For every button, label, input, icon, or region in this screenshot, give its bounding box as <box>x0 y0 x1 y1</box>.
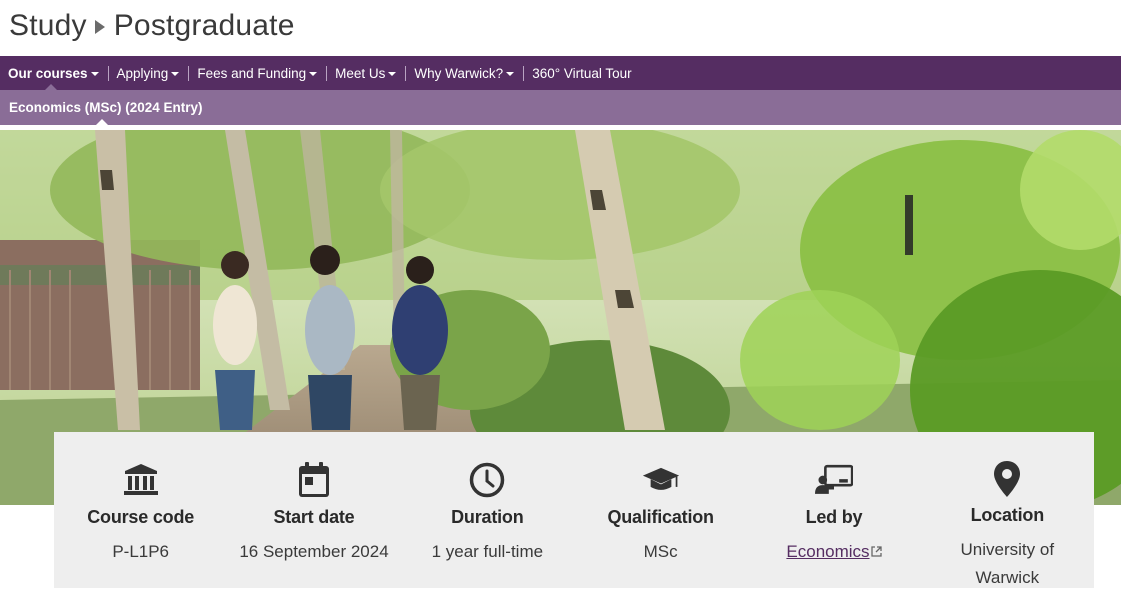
caret-down-icon <box>388 72 397 76</box>
building-columns-icon <box>122 460 160 500</box>
caret-down-icon <box>506 72 515 76</box>
caret-down-icon <box>309 72 318 76</box>
breadcrumb-postgraduate[interactable]: Postgraduate <box>114 9 295 43</box>
graduation-cap-icon <box>642 460 680 500</box>
info-qualification: Qualification MSc <box>574 432 747 588</box>
nav-our-courses[interactable]: Our courses <box>0 56 108 91</box>
info-label: Course code <box>87 507 195 527</box>
nav-virtual-tour[interactable]: 360° Virtual Tour <box>523 56 640 90</box>
info-label: Start date <box>273 507 355 527</box>
caret-down-icon <box>171 72 180 76</box>
info-value: MSc <box>643 542 678 561</box>
breadcrumb-separator-icon <box>94 20 105 34</box>
map-pin-icon <box>988 460 1026 498</box>
nav-applying[interactable]: Applying <box>107 56 189 90</box>
info-value: 16 September 2024 <box>239 542 389 561</box>
course-info-panel: Course code P-L1P6 Start date 16 Septemb… <box>54 432 1094 588</box>
clock-icon <box>468 460 506 500</box>
chalkboard-teacher-icon <box>814 460 853 500</box>
active-pointer-icon <box>95 119 109 126</box>
subnav-economics-msc[interactable]: Economics (MSc) (2024 Entry) <box>0 90 203 126</box>
info-value: Economics <box>786 538 882 566</box>
calendar-icon <box>295 460 333 500</box>
nav-meet-us[interactable]: Meet Us <box>326 56 405 90</box>
info-value: P-L1P6 <box>112 542 170 561</box>
nav-fees-funding[interactable]: Fees and Funding <box>188 56 326 90</box>
info-led-by: Led by Economics <box>747 432 920 588</box>
breadcrumb-study[interactable]: Study <box>9 9 87 43</box>
info-location: Location University of Warwick <box>921 432 1094 588</box>
info-course-code: Course code P-L1P6 <box>54 432 227 588</box>
info-label: Location <box>970 505 1045 525</box>
main-nav: Our courses Applying Fees and Funding Me… <box>0 56 1121 91</box>
info-label: Qualification <box>607 507 714 527</box>
info-label: Duration <box>451 507 524 527</box>
external-link-icon <box>870 546 882 557</box>
info-duration: Duration 1 year full-time <box>401 432 574 588</box>
info-value: University of Warwick <box>960 540 1055 587</box>
info-value: 1 year full-time <box>431 542 544 561</box>
caret-down-icon <box>90 72 99 76</box>
info-label: Led by <box>805 507 863 527</box>
info-start-date: Start date 16 September 2024 <box>227 432 400 588</box>
sub-nav: Economics (MSc) (2024 Entry) <box>0 90 1121 126</box>
breadcrumb: Study Postgraduate <box>9 6 295 46</box>
economics-link[interactable]: Economics <box>786 542 869 561</box>
nav-why-warwick[interactable]: Why Warwick? <box>405 56 523 90</box>
